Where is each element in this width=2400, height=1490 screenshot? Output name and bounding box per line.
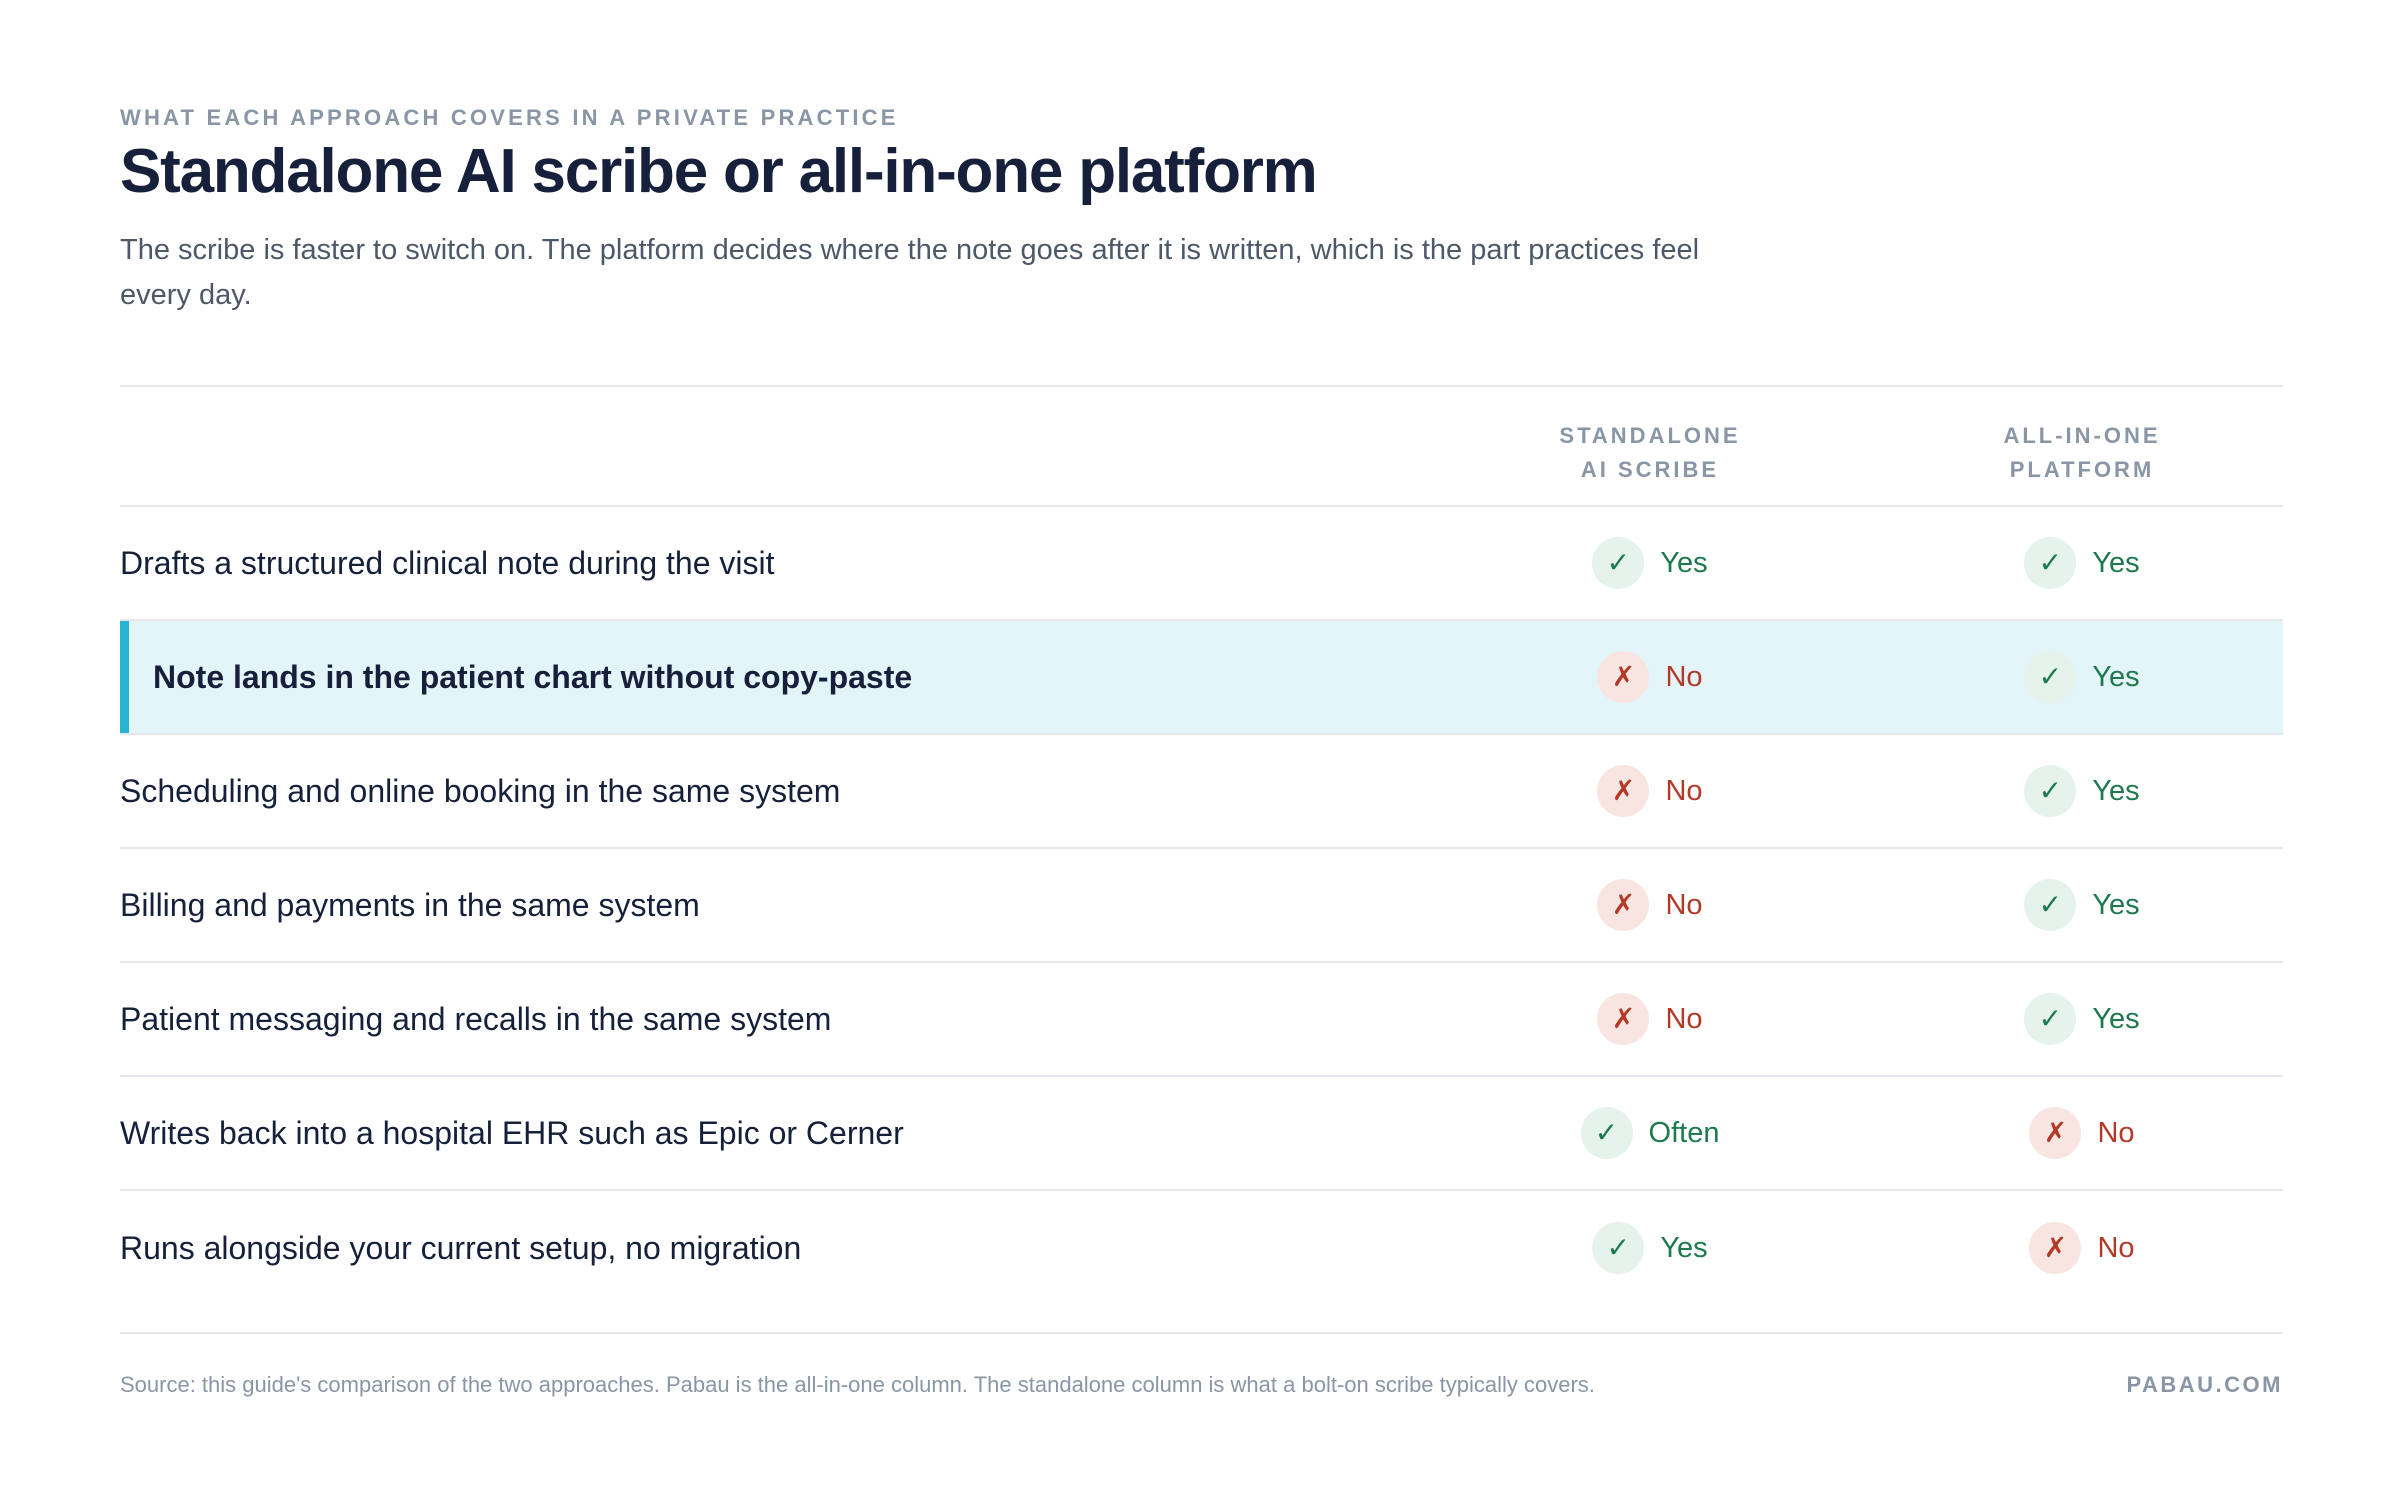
cross-icon: ✗	[1597, 651, 1650, 703]
row-label: Patient messaging and recalls in the sam…	[120, 1000, 832, 1037]
cell-value: Yes	[1660, 546, 1708, 579]
footer-divider	[120, 1332, 2283, 1334]
column-header-line: PLATFORM	[2009, 457, 2155, 482]
column-header-standalone: STANDALONE AI SCRIBE	[1500, 419, 1800, 487]
cell-standalone: ✗ No	[1500, 963, 1800, 1075]
cell-value: No	[1665, 774, 1703, 807]
cell-standalone: ✓ Yes	[1500, 507, 1800, 619]
cell-value: Yes	[2092, 546, 2140, 579]
check-icon: ✓	[2024, 651, 2077, 703]
cell-value: Yes	[2092, 774, 2140, 807]
comparison-page: WHAT EACH APPROACH COVERS IN A PRIVATE P…	[120, 0, 2283, 1490]
brand-mark: PABAU.COM	[2126, 1372, 2283, 1397]
highlight-accent-bar	[120, 621, 129, 733]
cross-icon: ✗	[1597, 993, 1650, 1045]
cell-all-in-one: ✓ Yes	[1932, 735, 2232, 847]
page-title: Standalone AI scribe or all-in-one platf…	[120, 137, 1318, 206]
row-label: Drafts a structured clinical note during…	[120, 544, 775, 581]
table-row: Drafts a structured clinical note during…	[120, 507, 2283, 621]
page-subtitle: The scribe is faster to switch on. The p…	[120, 234, 1700, 311]
cell-value: Yes	[1660, 1231, 1708, 1264]
cell-standalone: ✓ Yes	[1500, 1191, 1800, 1305]
table-body: Drafts a structured clinical note during…	[120, 507, 2283, 1305]
cross-icon: ✗	[2029, 1222, 2082, 1274]
row-label: Note lands in the patient chart without …	[153, 658, 913, 695]
cell-standalone: ✗ No	[1500, 621, 1800, 733]
cell-all-in-one: ✗ No	[1932, 1077, 2232, 1189]
row-label: Runs alongside your current setup, no mi…	[120, 1229, 802, 1266]
row-label: Scheduling and online booking in the sam…	[120, 772, 841, 809]
cell-standalone: ✓ Often	[1500, 1077, 1800, 1189]
cell-all-in-one: ✓ Yes	[1932, 963, 2232, 1075]
cell-value: No	[1665, 660, 1703, 693]
column-header-line: AI SCRIBE	[1580, 457, 1720, 482]
column-header-line: STANDALONE	[1559, 423, 1741, 448]
table-row: Scheduling and online booking in the sam…	[120, 735, 2283, 849]
check-icon: ✓	[2024, 879, 2077, 931]
cross-icon: ✗	[1597, 765, 1650, 817]
cell-standalone: ✗ No	[1500, 849, 1800, 961]
row-label: Billing and payments in the same system	[120, 886, 700, 923]
cell-value: Yes	[2092, 1002, 2140, 1035]
cell-all-in-one: ✓ Yes	[1932, 507, 2232, 619]
table-header: STANDALONE AI SCRIBE ALL-IN-ONE PLATFORM	[120, 385, 2283, 507]
eyebrow: WHAT EACH APPROACH COVERS IN A PRIVATE P…	[120, 105, 899, 130]
cell-value: No	[1665, 888, 1703, 921]
cell-value: Yes	[2092, 888, 2140, 921]
cell-value: No	[2097, 1231, 2135, 1264]
check-icon: ✓	[1592, 1222, 1645, 1274]
check-icon: ✓	[1592, 537, 1645, 589]
cross-icon: ✗	[2029, 1107, 2082, 1159]
table-row: Note lands in the patient chart without …	[120, 621, 2283, 735]
cell-all-in-one: ✓ Yes	[1932, 849, 2232, 961]
table-row: Billing and payments in the same system ✗…	[120, 849, 2283, 963]
check-icon: ✓	[2024, 537, 2077, 589]
table-row: Patient messaging and recalls in the sam…	[120, 963, 2283, 1077]
column-header-all-in-one: ALL-IN-ONE PLATFORM	[1932, 419, 2232, 487]
row-label: Writes back into a hospital EHR such as …	[120, 1114, 904, 1151]
cell-value: No	[2097, 1116, 2135, 1149]
table-row: Runs alongside your current setup, no mi…	[120, 1191, 2283, 1305]
cell-standalone: ✗ No	[1500, 735, 1800, 847]
comparison-table: STANDALONE AI SCRIBE ALL-IN-ONE PLATFORM…	[120, 385, 2283, 1305]
cell-value: Often	[1648, 1116, 1720, 1149]
check-icon: ✓	[1580, 1107, 1633, 1159]
cross-icon: ✗	[1597, 879, 1650, 931]
check-icon: ✓	[2024, 993, 2077, 1045]
table-row: Writes back into a hospital EHR such as …	[120, 1077, 2283, 1191]
cell-value: Yes	[2092, 660, 2140, 693]
source-note: Source: this guide's comparison of the t…	[120, 1372, 1595, 1397]
check-icon: ✓	[2024, 765, 2077, 817]
cell-all-in-one: ✗ No	[1932, 1191, 2232, 1305]
column-header-line: ALL-IN-ONE	[2003, 423, 2161, 448]
cell-all-in-one: ✓ Yes	[1932, 621, 2232, 733]
cell-value: No	[1665, 1002, 1703, 1035]
